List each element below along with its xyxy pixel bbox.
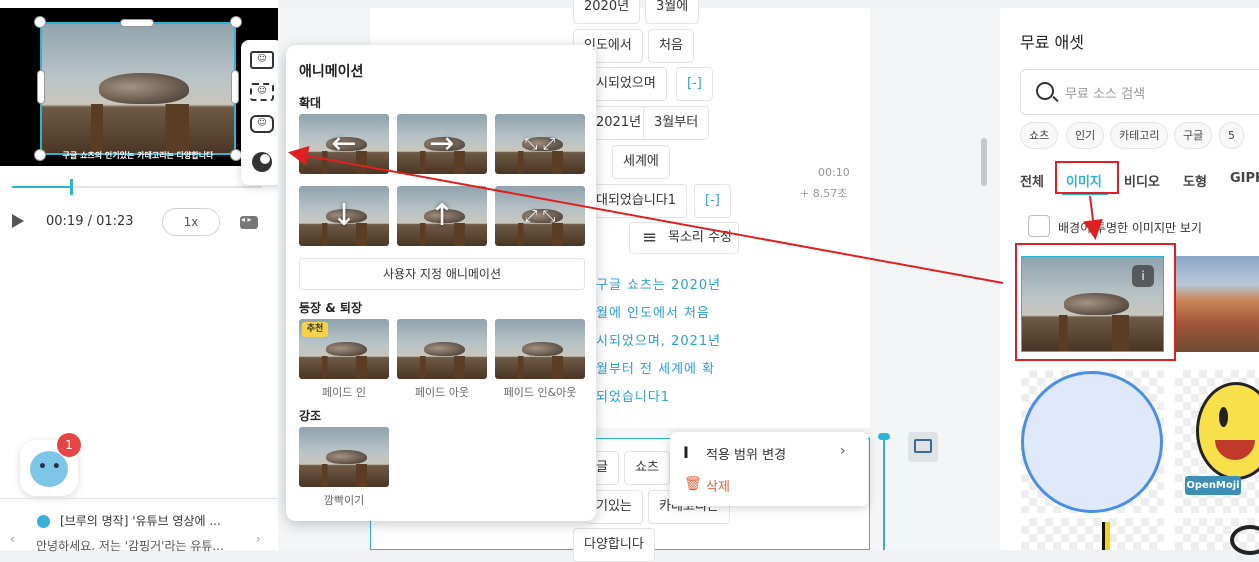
keyword-chip[interactable]: 쇼츠 (1020, 122, 1059, 149)
segment-timeline-handle[interactable] (878, 433, 890, 440)
recommended-badge: 추천 (302, 322, 328, 337)
search-placeholder: 무료 소스 검색 (1065, 87, 1146, 102)
openmoji-badge: OpenMoji (1185, 476, 1241, 495)
collapse-button[interactable]: [-] (676, 67, 713, 101)
resize-handle[interactable] (120, 19, 154, 27)
script-line[interactable]: 구글 쇼츠는 2020년 (596, 272, 721, 300)
section-heading: 확대 (299, 96, 322, 110)
chevron-left-icon[interactable]: ‹ (10, 532, 15, 546)
selection-box[interactable] (34, 16, 242, 161)
word-chip[interactable]: 대되었습니다1 (586, 184, 688, 218)
subtitle-caption: 구글 쇼츠의 인기있는 카테고리는 다양합니다 (62, 151, 214, 160)
tab-all[interactable]: 전체 (1020, 171, 1044, 190)
resize-handle[interactable] (37, 70, 45, 104)
fit-screen-icon[interactable] (240, 215, 258, 229)
resize-handle[interactable] (230, 16, 242, 28)
animation-label: 페이드 아웃 (414, 386, 470, 399)
script-line[interactable]: 시되었으며, 2021년 (596, 328, 721, 356)
asset-pencil-emoji[interactable] (1102, 522, 1110, 550)
tab-video[interactable]: 비디오 (1124, 171, 1160, 190)
scrollbar-thumb[interactable] (981, 138, 987, 186)
annotation-box (1015, 243, 1176, 361)
animation-fade-in-out[interactable] (495, 319, 585, 379)
resize-handle[interactable] (34, 16, 46, 28)
transparent-only-label: 배경이 투명한 이미지만 보기 (1058, 221, 1202, 235)
arrow-down-icon: ↓ (331, 198, 357, 233)
annotation-box (1055, 161, 1119, 194)
expand-icon: ⤡ ⤢ (524, 134, 556, 153)
transparent-only-checkbox[interactable] (1028, 215, 1050, 237)
resize-handle[interactable] (231, 70, 239, 104)
collapse-button[interactable]: [-] (694, 184, 731, 218)
chevron-right-icon[interactable]: › (256, 532, 261, 546)
arrow-left-icon: ← (331, 126, 357, 161)
tab-giphy[interactable]: GIPHY (1230, 171, 1259, 186)
word-chip[interactable]: 시되었으며 (586, 67, 667, 101)
animation-label: 페이드 인&아웃 (503, 386, 577, 399)
resize-handle[interactable] (34, 149, 46, 161)
keyword-chip[interactable]: 5 (1219, 122, 1244, 149)
asset-transparent-bg (1021, 518, 1164, 550)
keyword-chip[interactable]: 카테고리 (1110, 122, 1169, 149)
asset-emoji-partial[interactable] (1230, 525, 1259, 555)
chevron-right-icon[interactable]: › (840, 443, 846, 459)
asset-circle-shape[interactable] (1021, 371, 1163, 513)
emoji-face-small-icon[interactable]: ☺ (250, 115, 274, 133)
custom-animation-button[interactable]: 사용자 지정 애니메이션 (299, 258, 585, 290)
menu-item-change-scope[interactable]: 적용 범위 변경 (706, 444, 786, 463)
segment-timestamp: 00:10 (818, 166, 850, 179)
text-cursor-icon: I (683, 443, 689, 462)
news-title[interactable]: [브루의 명작] '유튜브 영상에 ... (60, 512, 221, 529)
word-chip[interactable]: 쇼츠 (624, 451, 670, 485)
animation-label: 페이드 인 (322, 386, 366, 399)
menu-item-delete[interactable]: 삭제 (706, 476, 730, 495)
chat-mascot-icon (30, 451, 68, 487)
shrink-icon: ⤢ ⤡ (524, 206, 556, 225)
divider (0, 498, 278, 499)
scrub-progress (12, 186, 72, 188)
animation-label: 깜빡이기 (323, 494, 365, 507)
tab-shape[interactable]: 도형 (1183, 171, 1207, 190)
section-heading: 등장 & 퇴장 (299, 301, 362, 315)
image-thumbnail-icon[interactable] (908, 432, 938, 462)
news-icon (37, 515, 50, 528)
script-line[interactable]: 되었습니다1 (596, 384, 670, 412)
animation-blink[interactable] (299, 427, 389, 487)
arrow-up-icon: ↑ (429, 198, 455, 233)
news-subtitle[interactable]: 안녕하세요. 저는 '감핑거'라는 유튜... (36, 537, 224, 554)
emoji-frame-icon[interactable]: ☺ (250, 51, 274, 69)
word-chip[interactable]: 3월부터 (643, 106, 710, 140)
word-chip[interactable]: 세계에 (612, 145, 670, 179)
segment-timeline-bar[interactable] (883, 436, 885, 550)
script-line[interactable]: 월부터 전 세계에 확 (596, 356, 715, 384)
word-chip[interactable]: 3월에 (645, 0, 700, 24)
word-chip[interactable]: 2020년 (573, 0, 641, 24)
panel-title: 무료 애셋 (1020, 33, 1084, 52)
notification-badge: 1 (57, 433, 81, 457)
speed-button[interactable]: 1x (162, 208, 220, 236)
voice-edit-button[interactable]: 목소리 수정 (629, 222, 739, 254)
scrub-knob[interactable] (70, 179, 73, 195)
layer-toolbar: ☺ ☺ ☺ (241, 40, 283, 185)
animation-fade-out[interactable] (397, 319, 487, 379)
asset-city-image[interactable] (1175, 256, 1259, 352)
segment-duration: + 8.57초 (800, 187, 848, 200)
script-line[interactable]: 월에 인도에서 처음 (596, 300, 710, 328)
word-chip[interactable]: 다양합니다 (573, 528, 655, 562)
time-display: 00:19 / 01:23 (46, 214, 134, 229)
keyword-chip[interactable]: 인기 (1066, 122, 1105, 149)
word-chip[interactable]: 처음 (648, 29, 694, 63)
panel-title: 애니메이션 (299, 64, 364, 80)
play-icon[interactable] (12, 214, 24, 228)
emoji-face-icon[interactable]: ☺ (250, 83, 274, 101)
arrow-right-icon: → (429, 126, 455, 161)
section-heading: 강조 (299, 409, 322, 423)
keyword-chip[interactable]: 구글 (1174, 122, 1213, 149)
animation-icon[interactable] (252, 152, 272, 172)
search-icon (1036, 82, 1054, 100)
trash-icon: 🗑 (684, 476, 702, 492)
